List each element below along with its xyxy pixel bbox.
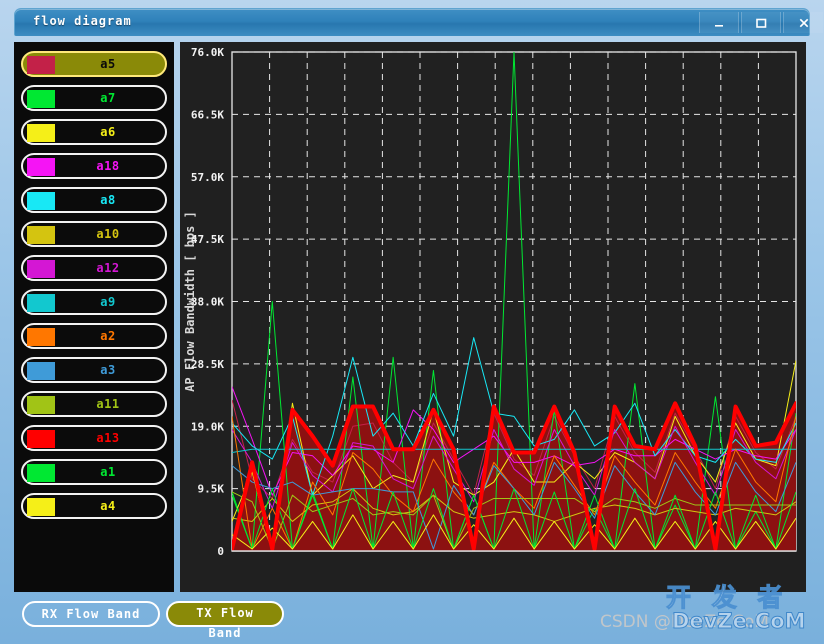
legend-panel: a5 a7 a6 a18 a8 a10 a12 a9 a2 a3 a11 a13 a1 a4 <box>14 42 174 592</box>
legend-label-a13: a13 <box>57 431 159 445</box>
legend-label-a6: a6 <box>57 125 159 139</box>
chart-panel: AP Flow Bandwidth [ bps ]09.5K19.0K28.5K… <box>180 42 806 592</box>
legend-item-a8[interactable]: a8 <box>21 187 167 213</box>
close-icon <box>797 16 811 30</box>
y-tick-label: 38.0K <box>191 296 224 309</box>
legend-item-a4[interactable]: a4 <box>21 493 167 519</box>
legend-label-a11: a11 <box>57 397 159 411</box>
maximize-button[interactable] <box>741 12 781 33</box>
y-tick-label: 76.0K <box>191 46 224 59</box>
legend-swatch-a6 <box>27 124 55 142</box>
legend-swatch-a13 <box>27 430 55 448</box>
minimize-icon <box>712 16 726 30</box>
legend-swatch-a1 <box>27 464 55 482</box>
legend-item-a6[interactable]: a6 <box>21 119 167 145</box>
maximize-icon <box>754 16 768 30</box>
legend-item-a18[interactable]: a18 <box>21 153 167 179</box>
legend-item-a13[interactable]: a13 <box>21 425 167 451</box>
legend-swatch-a4 <box>27 498 55 516</box>
legend-swatch-a7 <box>27 90 55 108</box>
legend-label-a9: a9 <box>57 295 159 309</box>
legend-item-a5[interactable]: a5 <box>21 51 167 77</box>
y-tick-label: 57.0K <box>191 171 224 184</box>
y-tick-label: 66.5K <box>191 108 224 121</box>
close-button[interactable] <box>783 12 823 33</box>
legend-swatch-a9 <box>27 294 55 312</box>
legend-item-a7[interactable]: a7 <box>21 85 167 111</box>
y-tick-label: 47.5K <box>191 233 224 246</box>
y-tick-label: 19.0K <box>191 420 224 433</box>
y-tick-label: 0 <box>217 545 224 558</box>
legend-item-a10[interactable]: a10 <box>21 221 167 247</box>
legend-label-a1: a1 <box>57 465 159 479</box>
watermark-text-overlay: DevZe.CoM <box>672 609 806 633</box>
flow-chart[interactable]: AP Flow Bandwidth [ bps ]09.5K19.0K28.5K… <box>180 42 806 592</box>
watermark-text-en: CSDN @DevZe.CoM <box>600 612 769 632</box>
y-tick-label: 9.5K <box>198 483 225 496</box>
minimize-button[interactable] <box>699 12 739 33</box>
legend-item-a11[interactable]: a11 <box>21 391 167 417</box>
legend-item-a2[interactable]: a2 <box>21 323 167 349</box>
legend-item-a9[interactable]: a9 <box>21 289 167 315</box>
legend-swatch-a3 <box>27 362 55 380</box>
legend-swatch-a5 <box>27 56 55 74</box>
legend-label-a10: a10 <box>57 227 159 241</box>
legend-swatch-a18 <box>27 158 55 176</box>
legend-swatch-a11 <box>27 396 55 414</box>
legend-swatch-a12 <box>27 260 55 278</box>
legend-swatch-a8 <box>27 192 55 210</box>
legend-label-a7: a7 <box>57 91 159 105</box>
app-window: flow diagram a5a7a6a18a8a10a12a9a2a3a11a… <box>0 0 824 644</box>
window-title: flow diagram <box>33 14 132 28</box>
y-tick-label: 28.5K <box>191 358 224 371</box>
legend-item-a12[interactable]: a12 <box>21 255 167 281</box>
legend-swatch-a10 <box>27 226 55 244</box>
legend-label-a12: a12 <box>57 261 159 275</box>
legend-label-a2: a2 <box>57 329 159 343</box>
legend-label-a3: a3 <box>57 363 159 377</box>
legend-item-a3[interactable]: a3 <box>21 357 167 383</box>
rx-flow-band-button[interactable]: RX Flow Band <box>22 601 160 627</box>
legend-label-a5: a5 <box>57 57 159 71</box>
title-bar: flow diagram <box>14 8 810 36</box>
tx-flow-band-button[interactable]: TX Flow Band <box>166 601 284 627</box>
legend-label-a8: a8 <box>57 193 159 207</box>
legend-label-a4: a4 <box>57 499 159 513</box>
legend-swatch-a2 <box>27 328 55 346</box>
legend-label-a18: a18 <box>57 159 159 173</box>
legend-item-a1[interactable]: a1 <box>21 459 167 485</box>
